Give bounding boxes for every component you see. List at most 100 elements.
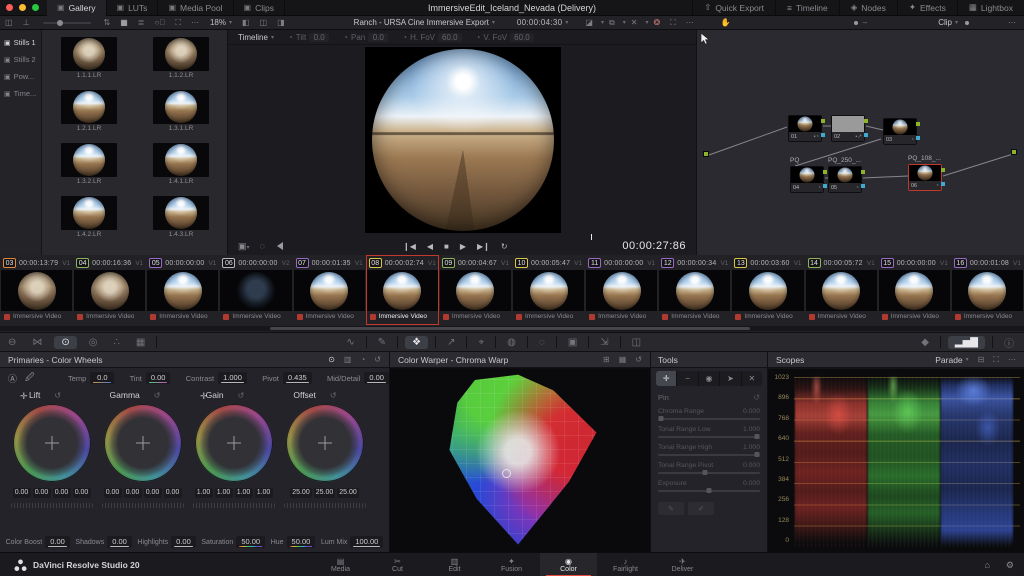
adjustment-value[interactable]: 1.000 xyxy=(218,372,247,384)
gain-green-value[interactable]: 1.00 xyxy=(235,488,253,498)
gain-master-slider[interactable] xyxy=(193,503,275,508)
thumbnail-size-slider[interactable] xyxy=(43,22,91,24)
adjustment-value[interactable]: 0.00 xyxy=(364,372,389,384)
workspace-action-button[interactable]: ✦ Effects xyxy=(897,0,957,16)
immersive-control[interactable]: ◔ H. FoV 60.0 xyxy=(402,33,461,42)
reset-icon[interactable]: ↺ xyxy=(330,391,337,400)
warp-cursor[interactable] xyxy=(502,469,511,478)
search-icon[interactable]: ○⃘ xyxy=(155,18,166,27)
node-02[interactable]: 02▪↗ xyxy=(831,115,865,142)
still-thumbnail[interactable] xyxy=(61,196,117,230)
offset-color-wheel[interactable] xyxy=(286,404,364,482)
scopes-icon[interactable]: ▂▅▇ xyxy=(948,336,985,349)
pin-tool[interactable]: ◉ xyxy=(699,371,720,386)
gain-master-value[interactable]: 1.00 xyxy=(195,488,213,498)
clip-timeline-dropdown[interactable]: Clip▾ xyxy=(938,18,969,27)
clip-thumbnail[interactable] xyxy=(806,270,877,311)
node-graph[interactable]: 01▪◔ 02▪↗ 03◔ PQ 04◔ PQ_250_... 05◔ PQ_1… xyxy=(697,30,1024,255)
scope-settings-icon[interactable]: ⊟ xyxy=(978,355,985,364)
auto-balance-icon[interactable]: Ⓐ xyxy=(8,372,17,385)
wheels-view-icon[interactable]: ⊙ xyxy=(328,355,335,364)
footer-adjustment-value[interactable]: 0.00 xyxy=(45,536,70,548)
timeline-clip[interactable]: 07 00:00:01:35 V1 Immersive Video xyxy=(293,255,366,325)
lift-master-slider[interactable] xyxy=(11,503,93,508)
gallery-still[interactable]: 1.4.1.LR xyxy=(139,140,223,193)
page-tab[interactable]: ▤ Media xyxy=(312,553,369,576)
warper-slider-thumb[interactable] xyxy=(707,488,712,493)
clip-thumbnail[interactable] xyxy=(659,270,730,311)
viewer-options-icon[interactable]: ⋯ xyxy=(686,18,694,27)
node-01[interactable]: 01▪◔ xyxy=(788,115,822,142)
warper-slider-track[interactable] xyxy=(658,490,760,492)
warper-reset-icon[interactable]: ↺ xyxy=(635,355,642,364)
clip-thumbnail[interactable] xyxy=(294,270,365,311)
gain-color-wheel[interactable] xyxy=(195,404,273,482)
workspace-action-button[interactable]: ⇧ Quick Export xyxy=(692,0,775,16)
node-output-port[interactable] xyxy=(1011,149,1017,155)
reset-icon[interactable]: ↺ xyxy=(238,391,245,400)
macos-close-button[interactable] xyxy=(6,4,13,11)
select-tool[interactable]: ➤ xyxy=(720,371,741,386)
gallery-album-item[interactable]: ▣ Pow... xyxy=(0,68,41,85)
image-wipe-dropdown[interactable]: ✕▾ xyxy=(626,18,649,27)
bars-view-icon[interactable]: ▥ xyxy=(344,355,352,364)
clip-thumbnail[interactable] xyxy=(586,270,657,311)
viewer-zoom-dropdown[interactable]: 18%▾ xyxy=(210,18,232,27)
macos-zoom-button[interactable] xyxy=(32,4,39,11)
adjustment-value[interactable]: 0.00 xyxy=(146,372,171,384)
page-tab[interactable]: ♪ Fairlight xyxy=(597,553,654,576)
immersive-control[interactable]: ◔ Tilt 0.0 xyxy=(288,33,329,42)
node-options-icon[interactable]: ⋯ xyxy=(1008,18,1016,27)
delete-pin-tool[interactable]: ✕ xyxy=(742,371,762,386)
timeline-scrollbar[interactable] xyxy=(0,326,1024,331)
clip-thumbnail[interactable] xyxy=(74,270,145,311)
reset-icon[interactable]: ↺ xyxy=(54,391,61,400)
keyframes-icon[interactable]: ◆ xyxy=(921,337,929,348)
grid-view-icon[interactable]: ▦ xyxy=(120,18,128,27)
enhanced-viewer-icon[interactable]: ◨ xyxy=(277,18,285,27)
page-tab[interactable]: ▥ Edit xyxy=(426,553,483,576)
offset-blue-value[interactable]: 25.00 xyxy=(337,488,359,498)
split-viewer-icon[interactable]: ◫ xyxy=(260,18,268,27)
gallery-play-icon[interactable]: ◌ xyxy=(260,241,265,251)
page-dot-indicator[interactable] xyxy=(854,21,858,25)
gain-blue-value[interactable]: 1.00 xyxy=(255,488,273,498)
gamma-green-value[interactable]: 0.00 xyxy=(144,488,162,498)
lift-blue-value[interactable]: 0.00 xyxy=(73,488,91,498)
clip-thumbnail[interactable] xyxy=(220,270,291,311)
fullscreen-icon[interactable]: ⛶ xyxy=(670,18,676,28)
immersive-control-value[interactable]: 0.0 xyxy=(309,33,329,42)
page-tab[interactable]: ◉ Color xyxy=(540,553,597,576)
clip-thumbnail[interactable] xyxy=(440,270,511,311)
immersive-control[interactable]: ◔ Pan 0.0 xyxy=(343,33,388,42)
lift-red-value[interactable]: 0.00 xyxy=(33,488,51,498)
timeline-clip[interactable]: 03 00:00:13:79 V1 Immersive Video xyxy=(0,255,73,325)
gallery-still[interactable]: 1.3.2.LR xyxy=(47,140,131,193)
offset-master-slider[interactable] xyxy=(284,503,366,508)
offset-green-value[interactable]: 25.00 xyxy=(314,488,336,498)
node-05[interactable]: 05◔ xyxy=(828,166,862,193)
timeline-clip[interactable]: 04 00:00:16:36 V1 Immersive Video xyxy=(73,255,146,325)
pin-action-b-button[interactable]: ✐ xyxy=(688,502,714,515)
panel-toggle-tab[interactable]: ▣ LUTs xyxy=(107,0,159,16)
macos-minimize-button[interactable] xyxy=(19,4,26,11)
page-tab[interactable]: ✦ Fusion xyxy=(483,553,540,576)
warper-slider-track[interactable] xyxy=(658,472,760,474)
workspace-action-button[interactable]: ≡ Timeline xyxy=(775,0,839,16)
gallery-still[interactable]: 1.4.3.LR xyxy=(139,193,223,246)
workspace-action-button[interactable]: ▦ Lightbox xyxy=(957,0,1024,16)
clip-thumbnail[interactable] xyxy=(147,270,218,311)
loop-button[interactable]: ↻ xyxy=(501,242,508,251)
sizing-icon[interactable]: ⇲ xyxy=(600,337,608,348)
still-thumbnail[interactable] xyxy=(153,90,209,124)
camera-view-icon[interactable]: ▣▾ xyxy=(238,241,250,252)
go-to-last-frame-button[interactable]: ▶❙ xyxy=(477,242,490,251)
footer-adjustment-value[interactable]: 100.00 xyxy=(350,536,383,548)
still-thumbnail[interactable] xyxy=(61,143,117,177)
panel-toggle-tab[interactable]: ▣ Gallery xyxy=(47,0,107,16)
magic-mask-icon[interactable]: ◍ xyxy=(507,337,516,348)
gamma-master-slider[interactable] xyxy=(102,503,184,508)
go-to-first-frame-button[interactable]: ❙◀ xyxy=(403,242,416,251)
gallery-options-icon[interactable]: ⋯ xyxy=(191,18,199,27)
warper-slider-track[interactable] xyxy=(658,436,760,438)
